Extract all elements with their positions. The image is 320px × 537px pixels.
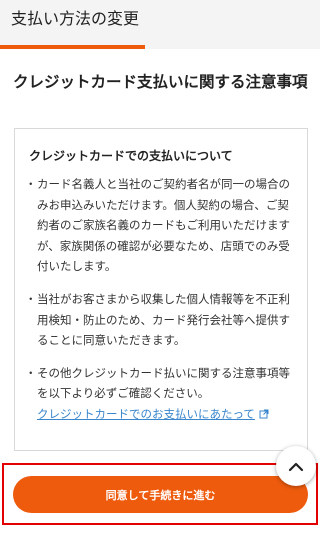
bullet: ・ — [25, 177, 37, 191]
list-item: ・ カード名義人と当社のご契約者名が同一の場合のみお申込みいただけます。個人契約… — [25, 174, 297, 277]
bullet: ・ — [25, 365, 37, 380]
scroll-to-top-button[interactable] — [276, 446, 316, 486]
list-item: ・ 当社がお客さまから収集した個人情報等を不正利用検知・防止のため、カード発行会… — [25, 289, 297, 351]
agree-and-proceed-button[interactable]: 同意して手続きに進む — [13, 476, 308, 513]
notice-heading: クレジットカードでの支払いについて — [29, 149, 233, 163]
section-title: クレジットカード支払いに関する注意事項 — [13, 73, 308, 91]
page-title: 支払い方法の変更 — [11, 9, 140, 28]
bullet: ・ — [25, 291, 37, 306]
notice-box: クレジットカードでの支払いについて ・ カード名義人と当社のご契約者名が同一の場… — [14, 128, 308, 451]
notice-item-text: その他クレジットカード払いに関する注意事項等を以下より必ずご確認ください。 — [37, 365, 290, 401]
chevron-up-icon — [288, 457, 304, 476]
notice-item-text: カード名義人と当社のご契約者名が同一の場合のみお申込みいただけます。個人契約の場… — [37, 177, 290, 274]
list-item: ・ その他クレジットカード払いに関する注意事項等を以下より必ずご確認ください。 … — [25, 363, 297, 426]
credit-card-payment-link[interactable]: クレジットカードでのお支払いにあたって — [37, 407, 269, 421]
external-link-icon — [259, 405, 269, 426]
notice-list: ・ カード名義人と当社のご契約者名が同一の場合のみお申込みいただけます。個人契約… — [25, 174, 297, 438]
active-tab-indicator — [0, 45, 145, 49]
notice-item-text: 当社がお客さまから収集した個人情報等を不正利用検知・防止のため、カード発行会社等… — [37, 291, 290, 348]
page-header: 支払い方法の変更 — [0, 0, 320, 49]
link-label: クレジットカードでのお支払いにあたって — [37, 406, 255, 421]
